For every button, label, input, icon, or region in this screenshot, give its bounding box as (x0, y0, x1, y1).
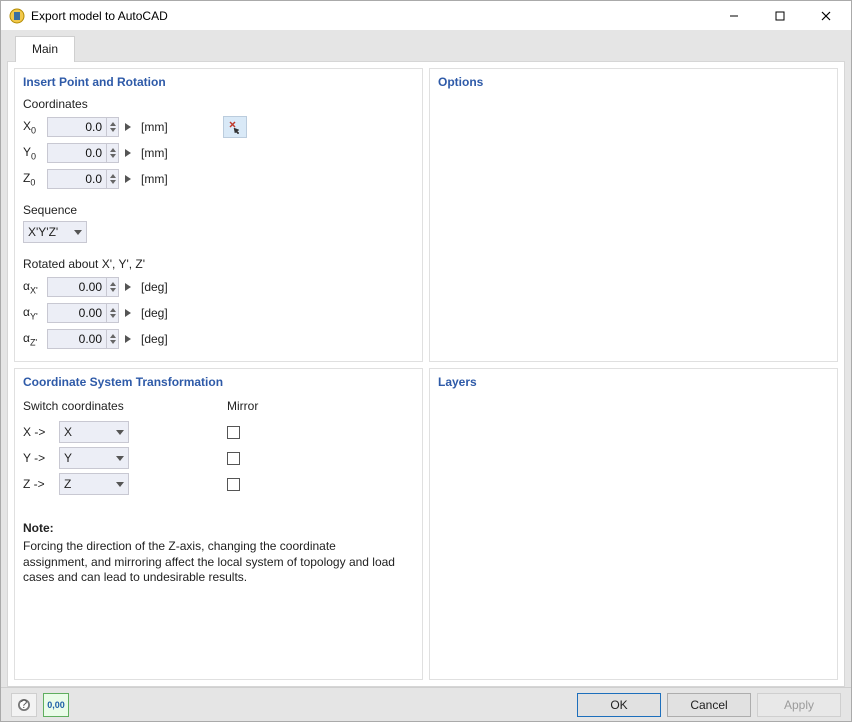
tab-main[interactable]: Main (15, 36, 75, 62)
x0-unit: [mm] (141, 120, 168, 134)
switch-z-dropdown[interactable]: Z (59, 473, 129, 495)
panel-options: Options (429, 68, 838, 362)
x0-step-button[interactable] (121, 117, 135, 137)
y0-unit: [mm] (141, 146, 168, 160)
rot-row-ay: αY' [deg] (23, 301, 414, 325)
switch-y-dropdown[interactable]: Y (59, 447, 129, 469)
ax-unit: [deg] (141, 280, 168, 294)
svg-text:?: ? (21, 698, 28, 711)
chevron-down-icon (116, 430, 124, 435)
switch-y-from: Y -> (23, 451, 59, 465)
rot-label-ax: αX' (23, 279, 47, 295)
chevron-down-icon (116, 482, 124, 487)
switch-x-from: X -> (23, 425, 59, 439)
chevron-down-icon (74, 230, 82, 235)
panel-insert-point: Insert Point and Rotation Coordinates X0… (14, 68, 423, 362)
rotated-label: Rotated about X', Y', Z' (23, 257, 414, 271)
note-text: Forcing the direction of the Z-axis, cha… (23, 539, 403, 586)
y0-input[interactable] (47, 143, 107, 163)
az-step-button[interactable] (121, 329, 135, 349)
coord-label-y: Y0 (23, 145, 47, 161)
dialog-footer: ? 0,00 OK Cancel Apply (1, 687, 851, 721)
client-area: Main Insert Point and Rotation Coordinat… (1, 31, 851, 687)
sequence-label: Sequence (23, 203, 414, 217)
switch-z-from: Z -> (23, 477, 59, 491)
note-title: Note: (23, 521, 414, 535)
window-title: Export model to AutoCAD (31, 9, 711, 23)
units-icon-text: 0,00 (47, 700, 65, 710)
az-input[interactable] (47, 329, 107, 349)
pick-point-button[interactable] (223, 116, 247, 138)
x0-spinner[interactable] (107, 117, 119, 137)
panel-layers: Layers (429, 368, 838, 680)
panel-title-insert: Insert Point and Rotation (23, 75, 414, 89)
switch-coordinates-label: Switch coordinates (23, 399, 131, 413)
rot-label-az: αZ' (23, 331, 47, 347)
ax-spinner[interactable] (107, 277, 119, 297)
coord-row-y: Y0 [mm] (23, 141, 414, 165)
sequence-value: X'Y'Z' (28, 225, 58, 239)
coordinates-label: Coordinates (23, 97, 414, 111)
tab-page-main: Insert Point and Rotation Coordinates X0… (7, 61, 845, 687)
ay-step-button[interactable] (121, 303, 135, 323)
tab-strip: Main (7, 35, 845, 61)
ok-button[interactable]: OK (577, 693, 661, 717)
help-button[interactable]: ? (11, 693, 37, 717)
ax-step-button[interactable] (121, 277, 135, 297)
z0-unit: [mm] (141, 172, 168, 186)
panel-title-cst: Coordinate System Transformation (23, 375, 414, 389)
y0-spinner[interactable] (107, 143, 119, 163)
az-spinner[interactable] (107, 329, 119, 349)
mirror-z-checkbox[interactable] (227, 478, 240, 491)
coord-row-z: Z0 [mm] (23, 167, 414, 191)
coord-label-x: X0 (23, 119, 47, 135)
panel-coordinate-transform: Coordinate System Transformation Switch … (14, 368, 423, 680)
y0-step-button[interactable] (121, 143, 135, 163)
mirror-x-checkbox[interactable] (227, 426, 240, 439)
rot-row-az: αZ' [deg] (23, 327, 414, 351)
chevron-down-icon (116, 456, 124, 461)
ax-input[interactable] (47, 277, 107, 297)
rot-row-ax: αX' [deg] (23, 275, 414, 299)
mirror-y-checkbox[interactable] (227, 452, 240, 465)
ay-unit: [deg] (141, 306, 168, 320)
ay-spinner[interactable] (107, 303, 119, 323)
units-button[interactable]: 0,00 (43, 693, 69, 717)
panel-title-layers: Layers (438, 375, 829, 389)
mirror-label: Mirror (227, 399, 414, 413)
app-icon (9, 8, 25, 24)
close-button[interactable] (803, 1, 849, 31)
cancel-button[interactable]: Cancel (667, 693, 751, 717)
coord-label-z: Z0 (23, 171, 47, 187)
z0-spinner[interactable] (107, 169, 119, 189)
switch-x-dropdown[interactable]: X (59, 421, 129, 443)
x0-input[interactable] (47, 117, 107, 137)
ay-input[interactable] (47, 303, 107, 323)
z0-input[interactable] (47, 169, 107, 189)
rot-label-ay: αY' (23, 305, 47, 321)
panel-title-options: Options (438, 75, 829, 89)
maximize-button[interactable] (757, 1, 803, 31)
title-bar: Export model to AutoCAD (1, 1, 851, 31)
sequence-dropdown[interactable]: X'Y'Z' (23, 221, 87, 243)
coord-row-x: X0 [mm] (23, 115, 414, 139)
z0-step-button[interactable] (121, 169, 135, 189)
minimize-button[interactable] (711, 1, 757, 31)
az-unit: [deg] (141, 332, 168, 346)
apply-button[interactable]: Apply (757, 693, 841, 717)
